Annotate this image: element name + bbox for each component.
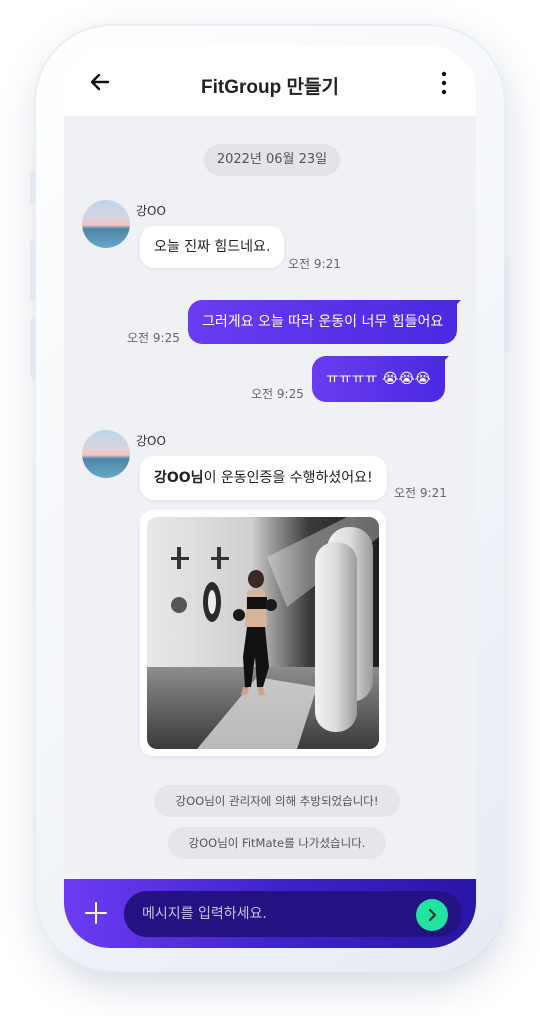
phone-side-button <box>30 170 36 204</box>
message-time: 오전 9:25 <box>127 331 180 345</box>
date-separator: 2022년 06월 23일 <box>204 144 340 176</box>
avatar[interactable] <box>82 200 130 248</box>
message-bubble-outgoing: 그러게요 오늘 따라 운동이 너무 힘들어요 <box>188 300 462 344</box>
message-time: 오전 9:21 <box>288 257 341 271</box>
system-message: 강OO님이 관리자에 의해 추방되었습니다! <box>154 785 400 817</box>
photo-message[interactable] <box>140 510 386 756</box>
message-bold-name: 강OO님 <box>154 470 204 486</box>
avatar[interactable] <box>82 430 130 478</box>
message-bubble-outgoing: ㅠㅠㅠㅠ 😭😭😭 <box>312 356 450 402</box>
chevron-right-icon <box>428 908 437 922</box>
message-bubble-incoming: 강OO님이 운동인증을 수행하셨어요! <box>140 456 387 500</box>
chat-screen: FitGroup 만들기 2022년 06월 23일 강OO 오늘 진짜 힘드네… <box>64 46 476 948</box>
message-time: 오전 9:21 <box>394 486 447 500</box>
message-text: 이 운동인증을 수행하셨어요! <box>203 470 373 486</box>
app-header: FitGroup 만들기 <box>64 46 476 116</box>
sender-name: 강OO <box>136 434 166 448</box>
phone-side-button <box>504 262 510 352</box>
phone-side-button <box>30 318 36 378</box>
plus-icon[interactable] <box>84 901 108 925</box>
message-input[interactable]: 메시지를 입력하세요. <box>124 891 462 937</box>
workout-photo-image[interactable] <box>147 517 379 749</box>
message-composer: 메시지를 입력하세요. <box>64 879 476 948</box>
page-title: FitGroup 만들기 <box>201 77 339 98</box>
message-time: 오전 9:25 <box>251 387 304 401</box>
message-bubble-incoming: 오늘 진짜 힘드네요. <box>140 226 285 268</box>
send-button[interactable] <box>416 899 448 931</box>
more-vertical-icon[interactable] <box>432 70 456 96</box>
phone-side-button <box>30 240 36 300</box>
message-input-placeholder: 메시지를 입력하세요. <box>142 906 267 922</box>
system-message: 강OO님이 FitMate를 나가셨습니다. <box>168 827 386 859</box>
sender-name: 강OO <box>136 204 166 218</box>
